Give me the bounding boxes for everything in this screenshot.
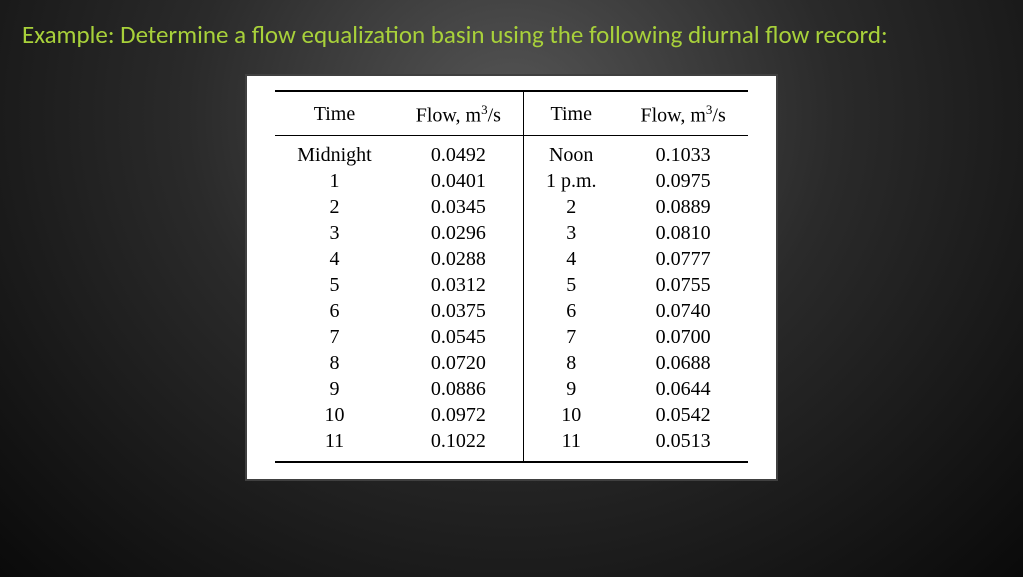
cell-time-2: 7 [523, 325, 618, 351]
cell-time-2: 2 [523, 195, 618, 221]
table-row: 30.029630.0810 [275, 221, 747, 247]
table-row: Midnight0.0492Noon0.1033 [275, 136, 747, 169]
header-flow-2: Flow, m3/s [619, 91, 748, 136]
table-row: 80.072080.0688 [275, 351, 747, 377]
cell-time-1: Midnight [275, 136, 393, 169]
table-row: 60.037560.0740 [275, 299, 747, 325]
cell-flow-1: 0.0720 [394, 351, 524, 377]
cell-flow-2: 0.0700 [619, 325, 748, 351]
cell-flow-2: 0.0810 [619, 221, 748, 247]
table-row: 20.034520.0889 [275, 195, 747, 221]
cell-time-1: 5 [275, 273, 393, 299]
table-row: 10.04011 p.m.0.0975 [275, 169, 747, 195]
cell-time-1: 3 [275, 221, 393, 247]
cell-time-1: 11 [275, 429, 393, 463]
cell-flow-1: 0.0401 [394, 169, 524, 195]
cell-time-1: 6 [275, 299, 393, 325]
cell-time-1: 9 [275, 377, 393, 403]
header-time-1: Time [275, 91, 393, 136]
cell-time-2: 3 [523, 221, 618, 247]
cell-flow-2: 0.0755 [619, 273, 748, 299]
cell-flow-1: 0.0345 [394, 195, 524, 221]
table-body: Midnight0.0492Noon0.103310.04011 p.m.0.0… [275, 136, 747, 463]
table-row: 110.1022110.0513 [275, 429, 747, 463]
cell-flow-1: 0.1022 [394, 429, 524, 463]
cell-flow-2: 0.0777 [619, 247, 748, 273]
cell-flow-1: 0.0296 [394, 221, 524, 247]
cell-time-1: 8 [275, 351, 393, 377]
example-heading: Example: Determine a flow equalization b… [22, 18, 1001, 52]
cell-time-2: 10 [523, 403, 618, 429]
cell-flow-2: 0.0975 [619, 169, 748, 195]
header-time-2: Time [523, 91, 618, 136]
cell-time-1: 4 [275, 247, 393, 273]
cell-flow-2: 0.0513 [619, 429, 748, 463]
header-flow-1: Flow, m3/s [394, 91, 524, 136]
table-row: 70.054570.0700 [275, 325, 747, 351]
table-row: 100.0972100.0542 [275, 403, 747, 429]
cell-time-2: 8 [523, 351, 618, 377]
heading-text: Determine a flow equalization basin usin… [115, 19, 888, 50]
cell-time-2: 5 [523, 273, 618, 299]
table-row: 50.031250.0755 [275, 273, 747, 299]
cell-flow-1: 0.0545 [394, 325, 524, 351]
cell-flow-1: 0.0312 [394, 273, 524, 299]
cell-time-1: 1 [275, 169, 393, 195]
cell-flow-1: 0.0375 [394, 299, 524, 325]
cell-flow-2: 0.0740 [619, 299, 748, 325]
cell-flow-2: 0.1033 [619, 136, 748, 169]
table-header-row: Time Flow, m3/s Time Flow, m3/s [275, 91, 747, 136]
cell-time-2: 1 p.m. [523, 169, 618, 195]
cell-time-1: 2 [275, 195, 393, 221]
cell-flow-1: 0.0886 [394, 377, 524, 403]
cell-flow-2: 0.0688 [619, 351, 748, 377]
table-wrapper: Time Flow, m3/s Time Flow, m3/s Midnight… [22, 74, 1001, 482]
cell-flow-1: 0.0972 [394, 403, 524, 429]
table-box: Time Flow, m3/s Time Flow, m3/s Midnight… [245, 74, 777, 482]
cell-time-1: 7 [275, 325, 393, 351]
cell-flow-1: 0.0492 [394, 136, 524, 169]
cell-flow-2: 0.0542 [619, 403, 748, 429]
flow-table: Time Flow, m3/s Time Flow, m3/s Midnight… [275, 90, 747, 464]
cell-time-2: 4 [523, 247, 618, 273]
cell-time-2: Noon [523, 136, 618, 169]
cell-time-2: 11 [523, 429, 618, 463]
cell-flow-2: 0.0644 [619, 377, 748, 403]
cell-time-2: 9 [523, 377, 618, 403]
cell-flow-1: 0.0288 [394, 247, 524, 273]
cell-time-2: 6 [523, 299, 618, 325]
cell-time-1: 10 [275, 403, 393, 429]
cell-flow-2: 0.0889 [619, 195, 748, 221]
table-row: 90.088690.0644 [275, 377, 747, 403]
example-label: Example: [22, 19, 115, 50]
table-row: 40.028840.0777 [275, 247, 747, 273]
